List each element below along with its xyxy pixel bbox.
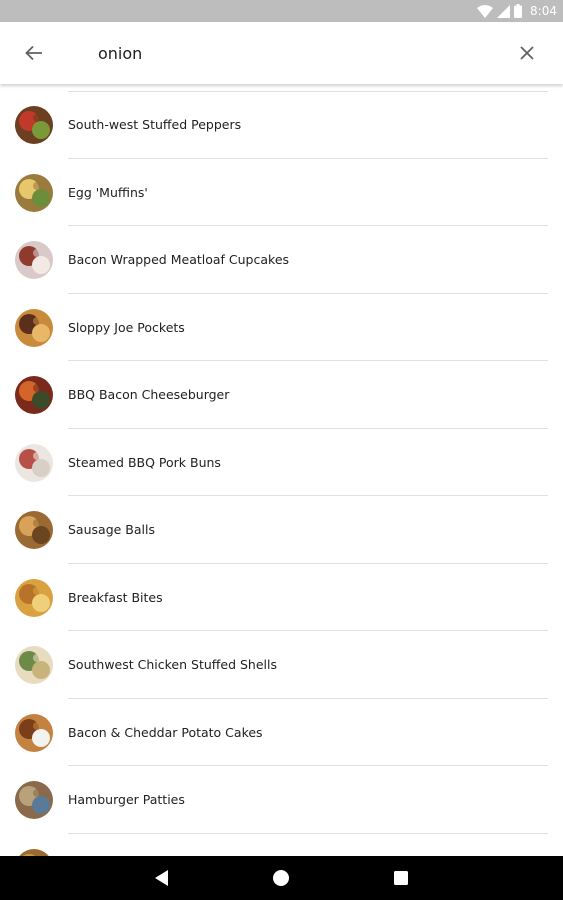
recipe-thumbnail <box>15 106 53 144</box>
list-item[interactable]: Sausage Balls <box>0 496 563 564</box>
close-icon <box>520 46 534 60</box>
list-item[interactable] <box>0 834 563 856</box>
recipe-thumbnail <box>15 443 53 482</box>
recipe-title: South-west Stuffed Peppers <box>68 117 242 132</box>
recipe-title: Bacon & Cheddar Potato Cakes <box>68 724 263 740</box>
results-list[interactable]: South-west Stuffed Peppers Egg 'Muffins' B… <box>0 84 563 856</box>
recipe-thumbnail <box>15 241 53 279</box>
nav-recents-icon[interactable] <box>393 870 409 886</box>
recipe-thumbnail <box>15 713 53 752</box>
status-time: 8:04 <box>530 4 557 18</box>
nav-back-icon[interactable] <box>153 869 171 887</box>
recipe-thumbnail <box>15 308 53 347</box>
recipe-title: Steamed BBQ Pork Buns <box>68 454 221 470</box>
list-item[interactable]: South-west Stuffed Peppers <box>0 91 563 159</box>
recipe-title: Bacon Wrapped Meatloaf Cupcakes <box>68 252 290 267</box>
recipe-title: BBQ Bacon Cheeseburger <box>68 387 230 402</box>
clear-search-button[interactable] <box>513 39 541 67</box>
list-item[interactable]: Egg 'Muffins' <box>0 159 563 226</box>
list-item[interactable]: Steamed BBQ Pork Buns <box>0 429 563 496</box>
list-item[interactable]: Bacon & Cheddar Potato Cakes <box>0 699 563 766</box>
search-input[interactable] <box>98 39 498 67</box>
list-item[interactable]: Southwest Chicken Stuffed Shells <box>0 631 563 699</box>
recipe-title: Hamburger Patties <box>68 792 185 807</box>
recipe-thumbnail <box>15 781 53 819</box>
list-item[interactable]: BBQ Bacon Cheeseburger <box>0 361 563 429</box>
recipe-title: Sloppy Joe Pockets <box>68 319 185 335</box>
recipe-thumbnail <box>15 848 53 856</box>
recipe-thumbnail <box>15 578 53 617</box>
list-item[interactable]: Breakfast Bites <box>0 564 563 631</box>
search-toolbar <box>0 22 563 84</box>
recipe-title: Egg 'Muffins' <box>68 184 148 200</box>
back-button[interactable] <box>20 39 48 67</box>
arrow-back-icon <box>25 45 42 61</box>
recipe-title: Breakfast Bites <box>68 589 163 605</box>
list-item[interactable]: Bacon Wrapped Meatloaf Cupcakes <box>0 226 563 294</box>
recipe-thumbnail <box>15 511 53 549</box>
recipe-thumbnail <box>15 646 53 684</box>
list-item[interactable]: Sloppy Joe Pockets <box>0 294 563 361</box>
nav-home-icon[interactable] <box>272 869 290 887</box>
wifi-icon <box>477 4 494 18</box>
list-item[interactable]: Hamburger Patties <box>0 766 563 834</box>
recipe-title: Southwest Chicken Stuffed Shells <box>68 657 277 672</box>
recipe-title: Sausage Balls <box>68 522 155 537</box>
signal-icon <box>497 4 511 18</box>
status-bar: 8:04 <box>0 0 563 22</box>
recipe-thumbnail <box>15 173 53 212</box>
battery-icon <box>514 4 523 18</box>
status-icons: 8:04 <box>477 3 557 19</box>
navigation-bar <box>0 856 563 900</box>
recipe-thumbnail <box>15 376 53 414</box>
